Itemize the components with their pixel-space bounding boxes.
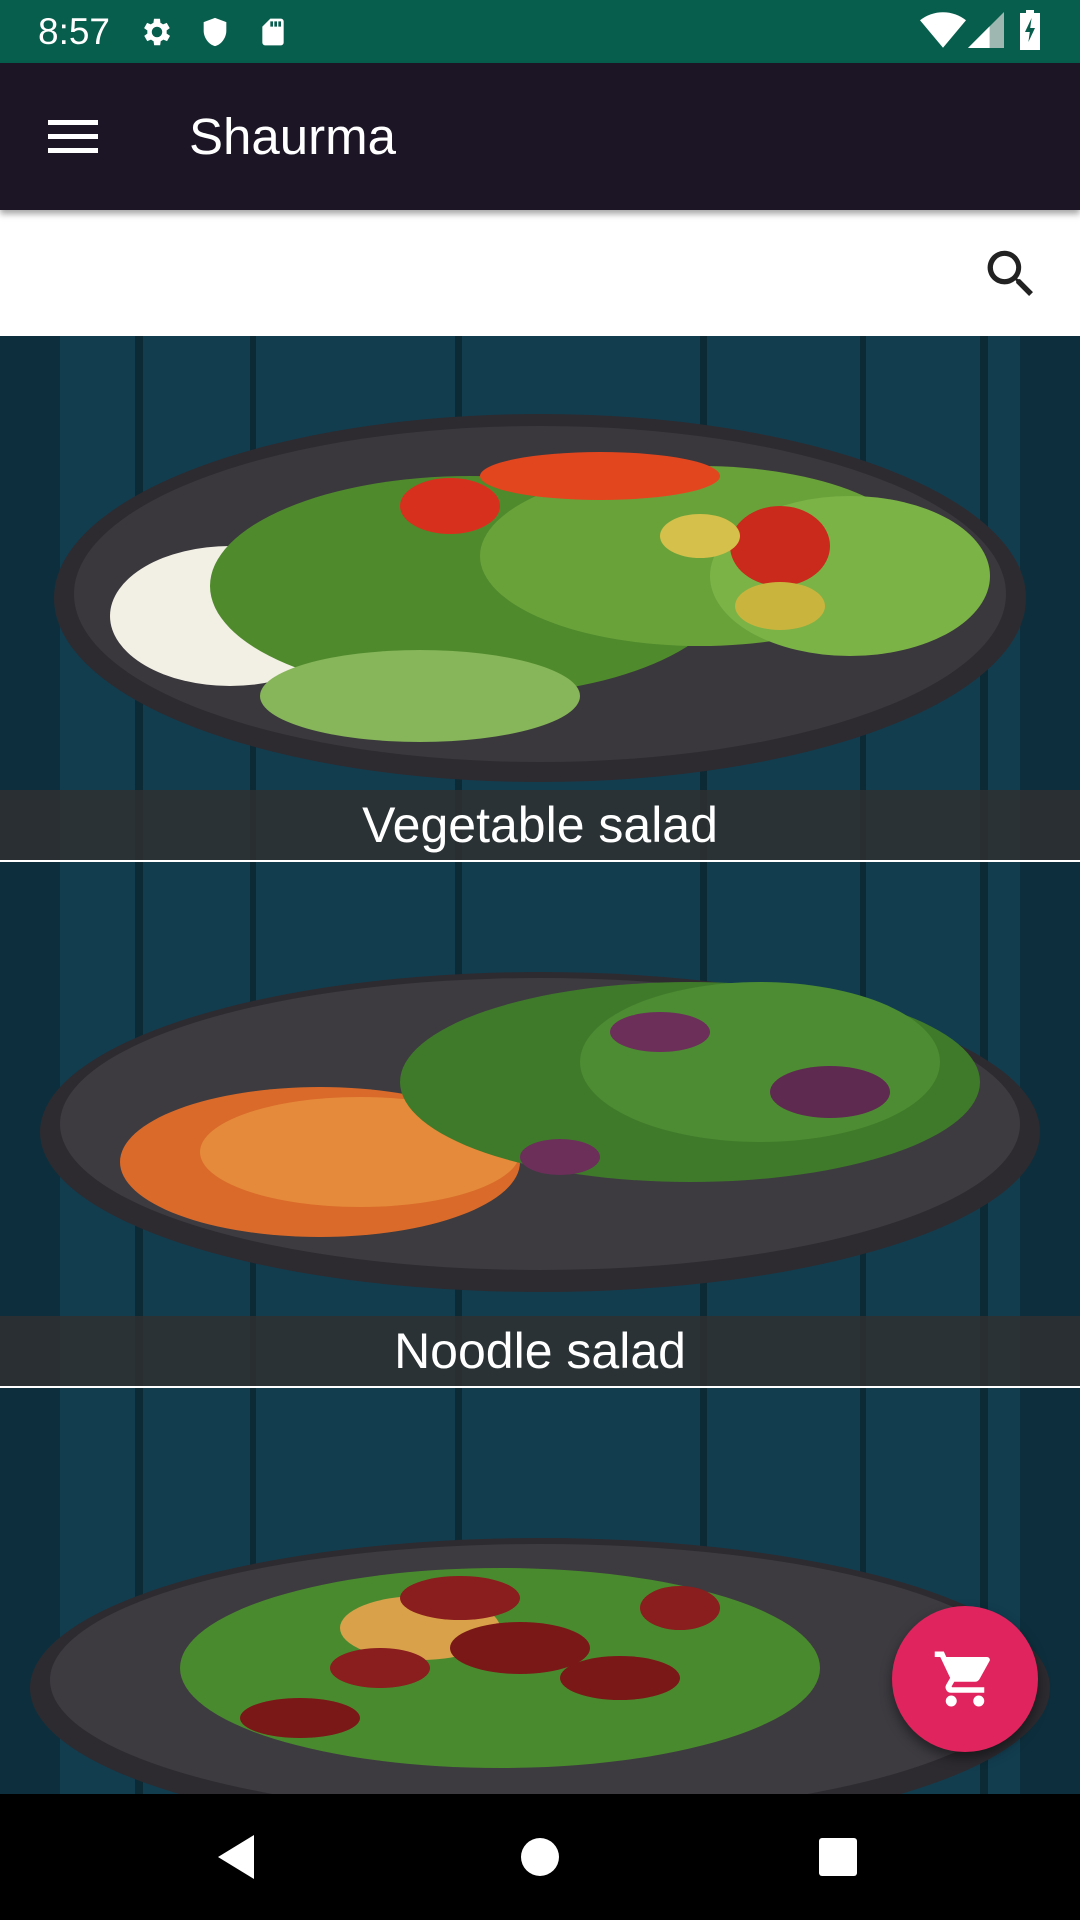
gear-icon [139, 14, 175, 55]
battery-icon [1018, 10, 1042, 55]
app-bar: Shaurma [0, 63, 1080, 210]
wifi-icon [920, 12, 966, 53]
menu-icon [48, 120, 98, 153]
search-icon [987, 250, 1033, 296]
cart-button[interactable] [892, 1606, 1038, 1752]
signal-icon [968, 12, 1004, 53]
food-image [0, 862, 1080, 1386]
food-name: Vegetable salad [362, 797, 718, 853]
app-screen: 8:57 Shaurma Vegetable salad Noodle sala… [0, 0, 1080, 1920]
search-row [0, 210, 1080, 336]
menu-button[interactable] [36, 103, 108, 169]
search-button[interactable] [980, 243, 1042, 305]
recents-icon [819, 1838, 857, 1876]
cart-icon [934, 1651, 990, 1707]
food-image [0, 336, 1080, 860]
home-button[interactable] [510, 1827, 570, 1887]
app-title: Shaurma [189, 108, 396, 165]
sd-card-icon [257, 14, 289, 55]
back-icon [218, 1835, 254, 1879]
food-label-bar: Vegetable salad [0, 790, 1080, 860]
back-button[interactable] [208, 1827, 268, 1887]
food-list: Vegetable salad Noodle salad [0, 336, 1080, 1794]
food-card[interactable]: Noodle salad [0, 862, 1080, 1386]
home-icon [521, 1838, 559, 1876]
status-time: 8:57 [38, 11, 111, 52]
food-name: Noodle salad [394, 1323, 686, 1379]
status-bar: 8:57 [0, 0, 1080, 63]
food-label-bar: Noodle salad [0, 1316, 1080, 1386]
food-card[interactable]: Vegetable salad [0, 336, 1080, 860]
navigation-bar [0, 1794, 1080, 1920]
recents-button[interactable] [808, 1827, 868, 1887]
shield-icon [198, 14, 232, 55]
